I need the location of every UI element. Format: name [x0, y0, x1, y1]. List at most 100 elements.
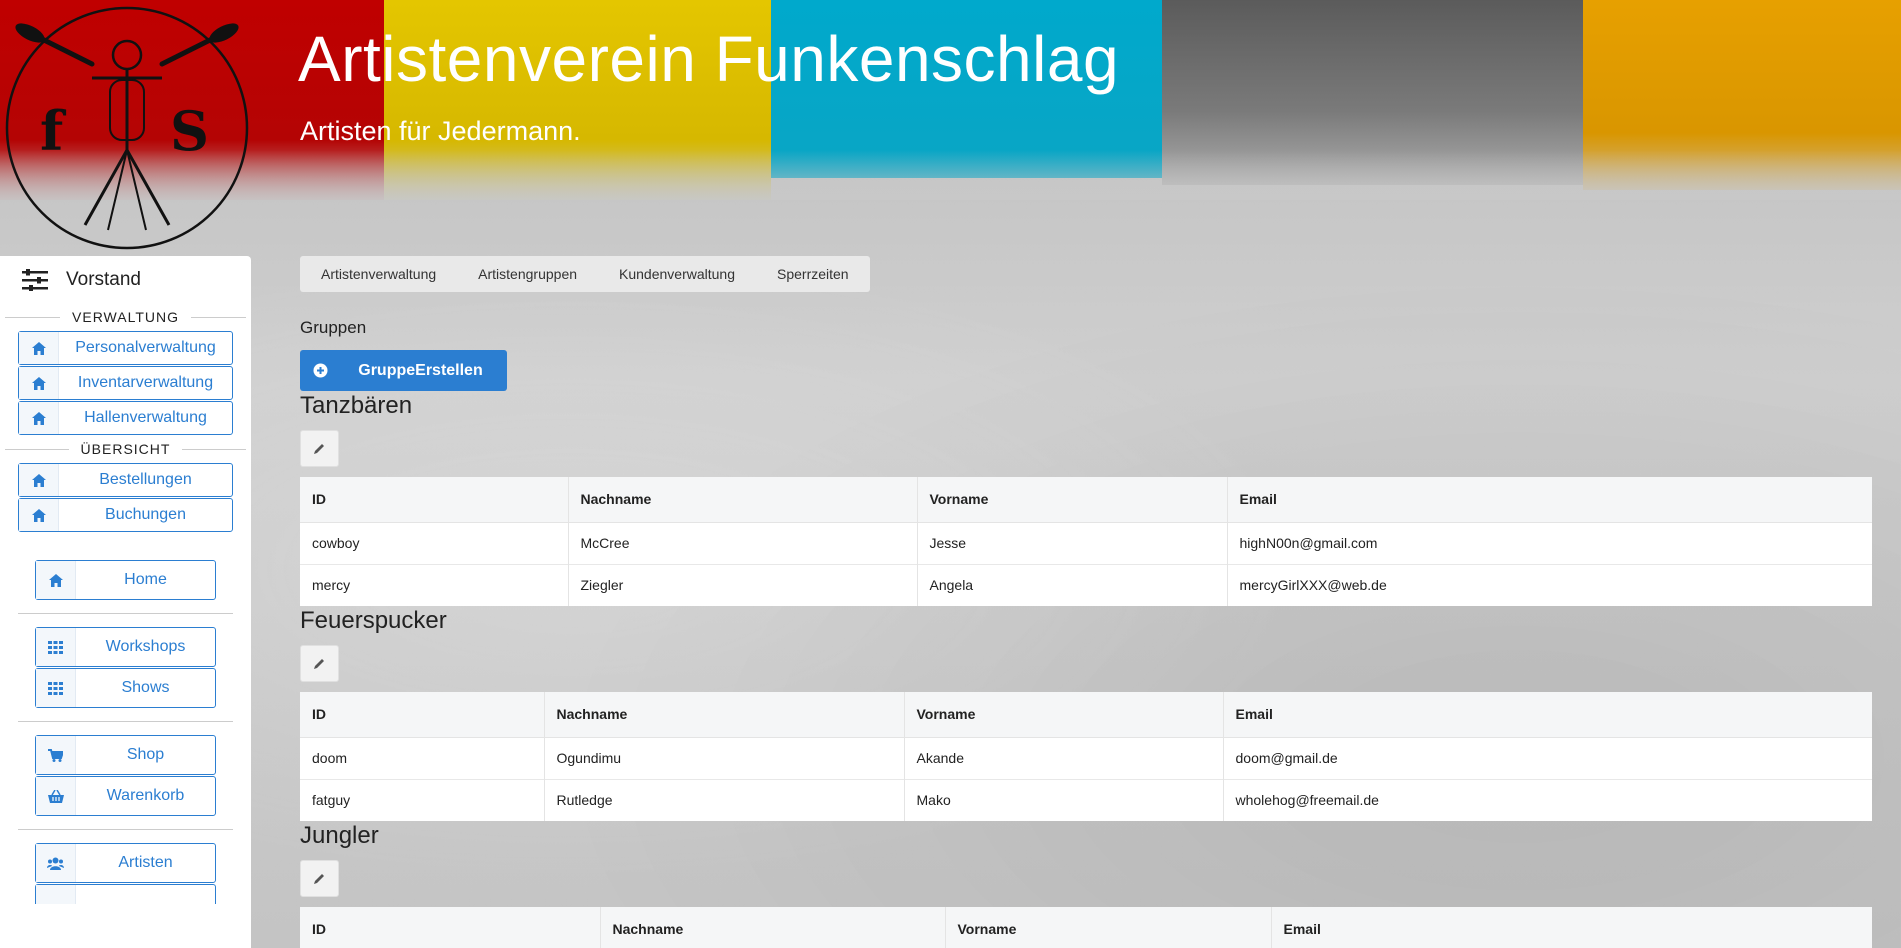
- home-icon: [19, 367, 59, 399]
- cell-id: cowboy: [300, 521, 569, 564]
- group-title: Tanzbären: [300, 392, 413, 419]
- cell-email: highN00n@gmail.com: [1227, 521, 1872, 564]
- sidebar-item-personalverwaltung[interactable]: Personalverwaltung: [18, 331, 233, 365]
- table-row[interactable]: doom Ogundimu Akande doom@gmail.de: [300, 736, 1872, 779]
- table-row[interactable]: mercy Ziegler Angela mercyGirlXXX@web.de: [300, 563, 1872, 606]
- site-title: Artistenverein Funkenschlag: [298, 23, 1120, 95]
- plus-circle-icon: [300, 363, 340, 378]
- home-icon: [19, 464, 59, 496]
- sidebar-item-inventarverwaltung[interactable]: Inventarverwaltung: [18, 366, 233, 400]
- edit-group-button[interactable]: [300, 645, 339, 682]
- cell-id: fatguy: [300, 778, 545, 821]
- tab-sperrzeiten[interactable]: Sperrzeiten: [756, 266, 870, 282]
- column-header-nachname[interactable]: Nachname: [600, 907, 946, 948]
- group-members-table: ID Nachname Vorname Email cowboy McCree …: [300, 477, 1872, 606]
- table-header-row: ID Nachname Vorname Email: [300, 907, 1872, 948]
- table-header-row: ID Nachname Vorname Email: [300, 692, 1872, 738]
- sliders-icon: [22, 269, 48, 291]
- column-header-id[interactable]: ID: [300, 477, 569, 523]
- tab-bar: Artistenverwaltung Artistengruppen Kunde…: [300, 256, 870, 292]
- tab-artistenverwaltung[interactable]: Artistenverwaltung: [300, 266, 457, 282]
- sidebar-item-hallenverwaltung[interactable]: Hallenverwaltung: [18, 401, 233, 435]
- sidebar-divider: [18, 829, 233, 830]
- sidebar-heading: Vorstand: [66, 269, 141, 290]
- sidebar-item-warenkorb[interactable]: Warenkorb: [35, 776, 216, 816]
- home-icon: [19, 499, 59, 531]
- tab-artistengruppen[interactable]: Artistengruppen: [457, 266, 598, 282]
- cart-icon: [36, 736, 76, 774]
- column-header-id[interactable]: ID: [300, 907, 601, 948]
- grid-icon: [36, 628, 76, 666]
- verwaltung-group: Personalverwaltung Inventarverwaltung Ha…: [0, 331, 251, 435]
- sidebar-item-bestellungen[interactable]: Bestellungen: [18, 463, 233, 497]
- sidebar: Vorstand VERWALTUNG Personalverwaltung I…: [0, 256, 251, 948]
- sidebar-item-home[interactable]: Home: [35, 560, 216, 600]
- column-header-email[interactable]: Email: [1227, 477, 1872, 523]
- group-title: Feuerspucker: [300, 607, 447, 634]
- sidebar-divider: [18, 721, 233, 722]
- group-block: Tanzbären ID Nachname Vorname Email cowb…: [300, 391, 1872, 606]
- club-logo[interactable]: f S: [0, 0, 254, 256]
- sidebar-item-next[interactable]: [35, 884, 216, 904]
- home-icon: [19, 402, 59, 434]
- group-title: Jungler: [300, 822, 379, 849]
- nav-group-home: Home: [0, 560, 251, 600]
- grid-icon: [36, 669, 76, 707]
- cell-vorname: Mako: [904, 778, 1224, 821]
- nav-group-shop: Shop Warenkorb: [0, 735, 251, 816]
- column-header-vorname[interactable]: Vorname: [917, 477, 1228, 523]
- group-block: Feuerspucker ID Nachname Vorname Email d…: [300, 606, 1872, 821]
- table-row[interactable]: fatguy Rutledge Mako wholehog@freemail.d…: [300, 778, 1872, 821]
- tab-kundenverwaltung[interactable]: Kundenverwaltung: [598, 266, 756, 282]
- site-header: Artistenverein Funkenschlag Artisten für…: [0, 0, 1901, 200]
- cell-vorname: Jesse: [917, 521, 1228, 564]
- svg-text:S: S: [170, 99, 209, 163]
- cell-id: mercy: [300, 563, 569, 606]
- cell-email: mercyGirlXXX@web.de: [1227, 563, 1872, 606]
- nav-group-events: Workshops Shows: [0, 627, 251, 708]
- sidebar-divider: [18, 613, 233, 614]
- pencil-icon: [314, 444, 324, 454]
- cell-nachname: Ogundimu: [544, 736, 905, 779]
- group-block: Jungler ID Nachname Vorname Email: [300, 821, 1872, 948]
- cell-id: doom: [300, 736, 545, 779]
- cell-email: wholehog@freemail.de: [1223, 778, 1872, 821]
- column-header-nachname[interactable]: Nachname: [544, 692, 905, 738]
- site-subtitle: Artisten für Jedermann.: [300, 116, 581, 146]
- basket-icon: [36, 777, 76, 815]
- sidebar-item-artisten[interactable]: Artisten: [35, 843, 216, 883]
- uebersicht-group: Bestellungen Buchungen: [0, 463, 251, 532]
- group-members-table: ID Nachname Vorname Email: [300, 907, 1872, 948]
- sidebar-item-shows[interactable]: Shows: [35, 668, 216, 708]
- edit-group-button[interactable]: [300, 430, 339, 467]
- section-verwaltung: VERWALTUNG: [5, 304, 246, 330]
- column-header-nachname[interactable]: Nachname: [568, 477, 918, 523]
- create-group-button[interactable]: GruppeErstellen: [300, 350, 507, 391]
- sidebar-item-shop[interactable]: Shop: [35, 735, 216, 775]
- table-header-row: ID Nachname Vorname Email: [300, 477, 1872, 523]
- cell-vorname: Angela: [917, 563, 1228, 606]
- column-header-id[interactable]: ID: [300, 692, 545, 738]
- cell-vorname: Akande: [904, 736, 1224, 779]
- column-header-vorname[interactable]: Vorname: [904, 692, 1224, 738]
- cell-nachname: Ziegler: [568, 563, 918, 606]
- section-uebersicht: ÜBERSICHT: [5, 436, 246, 462]
- sidebar-header: Vorstand: [0, 256, 251, 304]
- column-header-email[interactable]: Email: [1271, 907, 1872, 948]
- pencil-icon: [314, 659, 324, 669]
- column-header-email[interactable]: Email: [1223, 692, 1872, 738]
- sidebar-item-buchungen[interactable]: Buchungen: [18, 498, 233, 532]
- sidebar-item-workshops[interactable]: Workshops: [35, 627, 216, 667]
- cell-nachname: McCree: [568, 521, 918, 564]
- main-content: Artistenverwaltung Artistengruppen Kunde…: [300, 256, 1872, 948]
- svg-text:f: f: [40, 99, 67, 163]
- cell-nachname: Rutledge: [544, 778, 905, 821]
- nav-group-artists: Artisten: [0, 843, 251, 904]
- home-icon: [36, 561, 76, 599]
- column-header-vorname[interactable]: Vorname: [945, 907, 1272, 948]
- edit-group-button[interactable]: [300, 860, 339, 897]
- pencil-icon: [314, 874, 324, 884]
- table-row[interactable]: cowboy McCree Jesse highN00n@gmail.com: [300, 521, 1872, 564]
- group-members-table: ID Nachname Vorname Email doom Ogundimu …: [300, 692, 1872, 821]
- home-icon: [19, 332, 59, 364]
